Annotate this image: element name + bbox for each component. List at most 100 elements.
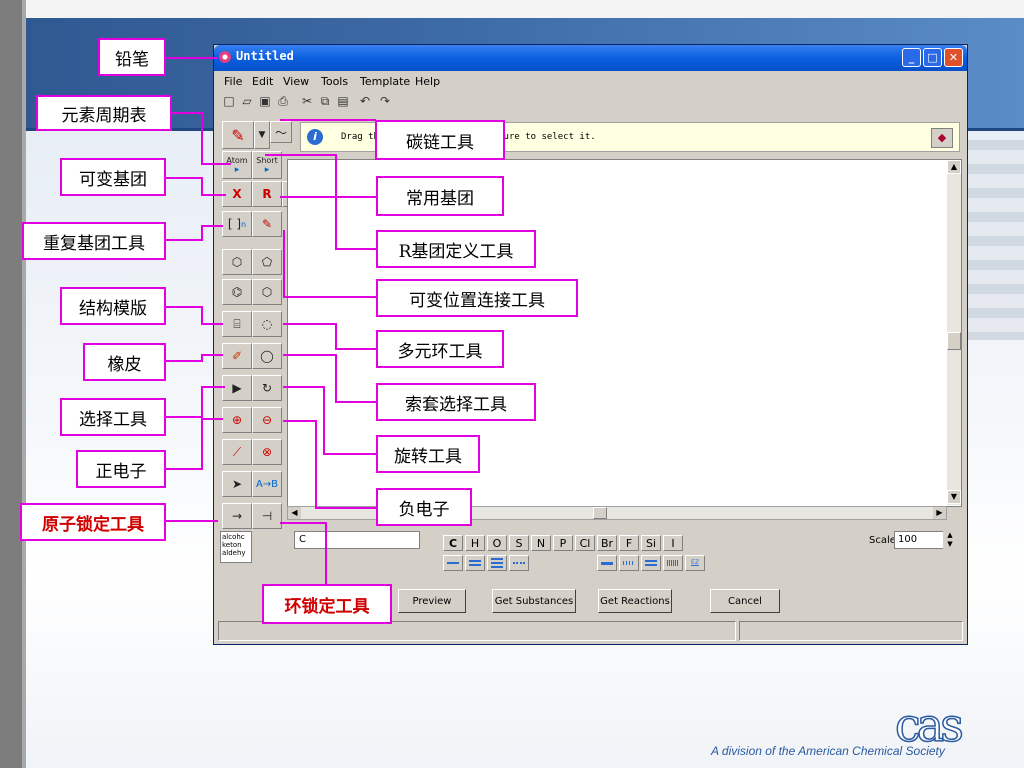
- connector-periodic-h1: [172, 112, 202, 114]
- atom-s[interactable]: S: [509, 535, 529, 551]
- mapping-select-tool[interactable]: ➤: [222, 471, 252, 497]
- eraser-tool[interactable]: ✐: [222, 343, 252, 369]
- variable-attach-tool[interactable]: ✎: [252, 211, 282, 237]
- rotate-tool[interactable]: ↻: [252, 375, 282, 401]
- menu-template[interactable]: Template: [360, 75, 410, 88]
- dashed-bond-icon: [513, 562, 525, 564]
- atom-h[interactable]: H: [465, 535, 485, 551]
- connector-eraser-h2: [201, 354, 223, 356]
- ring-tool-hexagon[interactable]: ⬡: [252, 279, 282, 305]
- label-common-groups: 常用基团: [376, 176, 504, 216]
- r-group-tool[interactable]: R: [252, 181, 282, 207]
- menu-view[interactable]: View: [283, 75, 309, 88]
- menu-edit[interactable]: Edit: [252, 75, 273, 88]
- cut-icon[interactable]: ✂: [300, 94, 314, 108]
- pencil-tool[interactable]: ✎: [222, 121, 254, 149]
- double-bond-button[interactable]: [465, 555, 485, 571]
- menu-file[interactable]: File: [224, 75, 242, 88]
- minimize-button[interactable]: _: [902, 48, 921, 67]
- ketone-item[interactable]: keton: [222, 541, 250, 549]
- get-reactions-button[interactable]: Get Reactions: [598, 589, 672, 613]
- atom-button-row: C H O S N P Cl Br F Si I EZ: [443, 535, 713, 575]
- new-file-icon[interactable]: □: [222, 94, 236, 108]
- alcohol-item[interactable]: alcohc: [222, 533, 250, 541]
- menu-tools[interactable]: Tools: [321, 75, 348, 88]
- stereo-bond-button[interactable]: [663, 555, 683, 571]
- undo-icon[interactable]: ↶: [358, 94, 372, 108]
- bond-dropdown[interactable]: ▼: [254, 121, 270, 149]
- copy-icon[interactable]: ⧉: [318, 94, 332, 108]
- atom-mapping-tool[interactable]: A→B: [252, 471, 282, 497]
- cancel-button[interactable]: Cancel: [710, 589, 780, 613]
- single-bond-button[interactable]: [443, 555, 463, 571]
- scroll-left-icon[interactable]: ◀: [288, 507, 301, 519]
- connector-template-h1: [166, 306, 202, 308]
- no-bond-tool[interactable]: ⊗: [252, 439, 282, 465]
- atom-br[interactable]: Br: [597, 535, 617, 551]
- structure-template-tool[interactable]: ⌸: [222, 311, 252, 337]
- spin-up-icon[interactable]: ▲: [943, 531, 957, 540]
- label-variable-attach-tool: 可变位置连接工具: [376, 279, 578, 317]
- redo-icon[interactable]: ↷: [378, 94, 392, 108]
- aldehyde-item[interactable]: aldehy: [222, 549, 250, 557]
- variable-group-tool[interactable]: X: [222, 181, 252, 207]
- wedge-bond-button[interactable]: [597, 555, 617, 571]
- save-icon[interactable]: ▣: [258, 94, 272, 108]
- slide-left-bar-inner: [22, 0, 26, 768]
- ring-tool-5[interactable]: ⬠: [252, 249, 282, 275]
- functional-group-list[interactable]: alcohc keton aldehy: [220, 531, 252, 563]
- atom-n[interactable]: N: [531, 535, 551, 551]
- menu-help[interactable]: Help: [415, 75, 440, 88]
- atom-i[interactable]: I: [663, 535, 683, 551]
- cis-bond-button[interactable]: [641, 555, 661, 571]
- maximize-button[interactable]: □: [923, 48, 942, 67]
- print-icon[interactable]: ⎙: [276, 94, 290, 108]
- atom-input[interactable]: C: [294, 531, 420, 549]
- mapping-cursor-icon: ➤: [231, 477, 243, 491]
- title-bar[interactable]: Untitled _ □ ✕: [214, 45, 967, 71]
- carbon-chain-tool[interactable]: 〜: [270, 121, 292, 143]
- triple-bond-button[interactable]: [487, 555, 507, 571]
- spin-down-icon[interactable]: ▼: [943, 540, 957, 549]
- rotate-icon: ↻: [261, 381, 273, 395]
- connector-atom-lock: [166, 520, 218, 522]
- atom-tool[interactable]: Atom ▸: [222, 151, 252, 179]
- open-folder-icon[interactable]: ▱: [240, 94, 254, 108]
- scroll-up-icon[interactable]: ▲: [947, 160, 961, 174]
- info-icon: i: [307, 129, 323, 145]
- atom-si[interactable]: Si: [641, 535, 661, 551]
- hash-bond-button[interactable]: [619, 555, 639, 571]
- ring-tool-benzene[interactable]: ⌬: [222, 279, 252, 305]
- connector-positive-v: [201, 418, 203, 470]
- atom-c[interactable]: C: [443, 535, 463, 551]
- repeating-group-tool[interactable]: [ ] n: [222, 211, 252, 237]
- ez-bond-button[interactable]: EZ: [685, 555, 705, 571]
- get-substances-button[interactable]: Get Substances: [492, 589, 576, 613]
- atom-f[interactable]: F: [619, 535, 639, 551]
- connector-rotate-v: [323, 386, 325, 454]
- lasso-select-tool[interactable]: ◯: [252, 343, 282, 369]
- atom-o[interactable]: O: [487, 535, 507, 551]
- ring-tool-6[interactable]: ⬡: [222, 249, 252, 275]
- bond-lock-tool[interactable]: ⟋: [222, 439, 252, 465]
- scroll-down-icon[interactable]: ▼: [947, 490, 961, 504]
- positive-charge-tool[interactable]: ⊕: [222, 407, 252, 433]
- paste-icon[interactable]: ▤: [336, 94, 350, 108]
- vertical-scroll-thumb[interactable]: [947, 332, 961, 350]
- label-negative-charge: 负电子: [376, 488, 472, 526]
- atom-p[interactable]: P: [553, 535, 573, 551]
- any-bond-button[interactable]: [509, 555, 529, 571]
- preview-button[interactable]: Preview: [398, 589, 466, 613]
- atom-cl[interactable]: Cl: [575, 535, 595, 551]
- scale-input[interactable]: 100: [894, 531, 948, 549]
- horizontal-scroll-thumb[interactable]: [593, 507, 607, 519]
- scale-spinner[interactable]: ▲ ▼: [943, 531, 957, 549]
- close-button[interactable]: ✕: [944, 48, 963, 67]
- negative-charge-tool[interactable]: ⊖: [252, 407, 282, 433]
- scroll-right-icon[interactable]: ▶: [933, 507, 946, 519]
- multi-ring-tool[interactable]: ◌: [252, 311, 282, 337]
- connector-variable-h2: [201, 194, 226, 196]
- help-diamond-icon[interactable]: ◆: [931, 128, 953, 148]
- vertical-scrollbar[interactable]: ▲ ▼: [947, 160, 961, 505]
- select-tool[interactable]: ▶: [222, 375, 252, 401]
